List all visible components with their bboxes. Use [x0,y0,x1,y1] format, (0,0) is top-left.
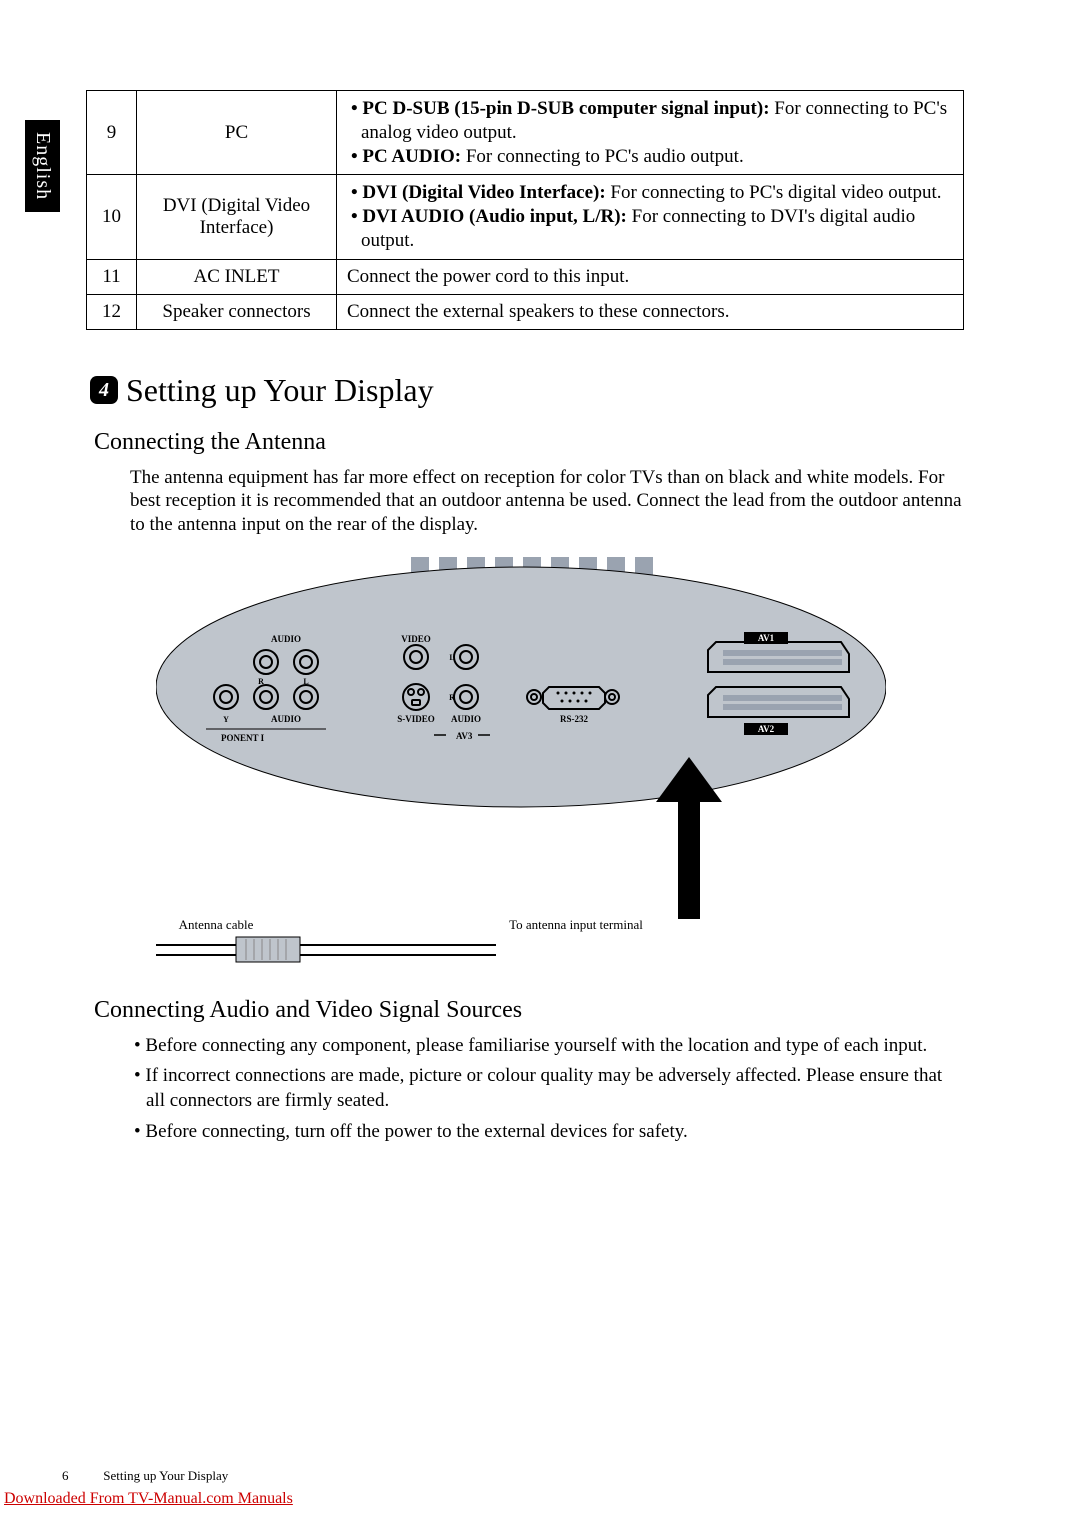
row-number: 10 [87,175,137,259]
svg-text:Antenna cable: Antenna cable [179,917,254,932]
svg-text:Y: Y [223,715,229,724]
row-description: • DVI (Digital Video Interface): For con… [337,175,964,259]
section-badge: 4 [90,376,118,404]
row-name: DVI (Digital Video Interface) [137,175,337,259]
subheading-av: Connecting Audio and Video Signal Source… [94,997,964,1024]
row-name: AC INLET [137,259,337,294]
table-row: 12Speaker connectorsConnect the external… [87,294,964,329]
svg-text:To antenna input terminal: To antenna input terminal [509,917,643,932]
page-footer: 6 Setting up Your Display [62,1468,228,1484]
subheading-antenna: Connecting the Antenna [94,429,964,456]
antenna-paragraph: The antenna equipment has far more effec… [130,466,964,537]
download-source-link[interactable]: Downloaded From TV-Manual.com Manuals [4,1490,293,1508]
page-body: 9PC• PC D-SUB (15-pin D-SUB computer sig… [86,90,964,1151]
svg-text:R: R [258,677,264,686]
svg-text:AUDIO: AUDIO [271,634,301,644]
section-heading: 4 Setting up Your Display [90,372,964,409]
page-number: 6 [62,1468,100,1484]
row-name: Speaker connectors [137,294,337,329]
footer-title: Setting up Your Display [103,1468,228,1483]
svg-text:AV2: AV2 [758,724,775,734]
row-name: PC [137,91,337,175]
svg-text:AV1: AV1 [758,633,775,643]
svg-text:AUDIO: AUDIO [271,714,301,724]
svg-text:L: L [303,677,308,686]
rear-panel-diagram: AUDIO R L Y AUDIO PONENT I VIDEO L R S-V… [156,557,886,977]
row-number: 11 [87,259,137,294]
svg-text:S-VIDEO: S-VIDEO [397,714,435,724]
svg-text:AUDIO: AUDIO [451,714,481,724]
svg-text:AV3: AV3 [456,731,473,741]
svg-text:RS-232: RS-232 [560,714,589,724]
row-description: Connect the external speakers to these c… [337,294,964,329]
row-number: 12 [87,294,137,329]
row-number: 9 [87,91,137,175]
bullet-item: • Before connecting any component, pleas… [130,1034,964,1059]
row-description: • PC D-SUB (15-pin D-SUB computer signal… [337,91,964,175]
av-bullets: • Before connecting any component, pleas… [130,1034,964,1145]
bullet-item: • Before connecting, turn off the power … [130,1120,964,1145]
language-tab: English [25,120,60,212]
table-row: 11AC INLETConnect the power cord to this… [87,259,964,294]
svg-text:R: R [449,693,455,702]
spec-table: 9PC• PC D-SUB (15-pin D-SUB computer sig… [86,90,964,330]
table-row: 9PC• PC D-SUB (15-pin D-SUB computer sig… [87,91,964,175]
svg-text:PONENT I: PONENT I [221,733,265,743]
svg-text:L: L [449,653,454,662]
bullet-item: • If incorrect connections are made, pic… [130,1064,964,1113]
row-description: Connect the power cord to this input. [337,259,964,294]
table-row: 10DVI (Digital Video Interface)• DVI (Di… [87,175,964,259]
svg-text:VIDEO: VIDEO [401,634,431,644]
section-title: Setting up Your Display [126,372,434,409]
